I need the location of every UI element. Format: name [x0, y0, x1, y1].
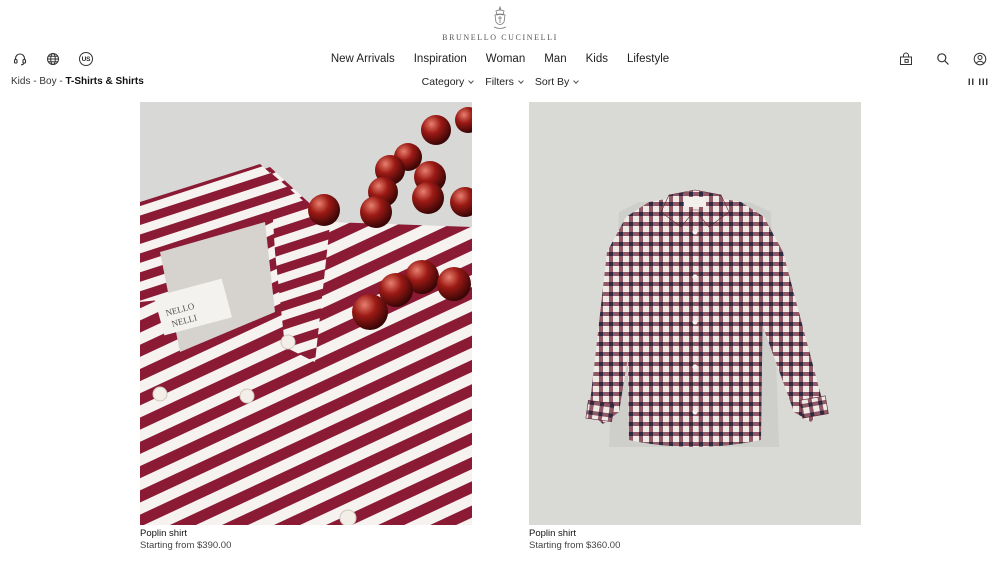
brand-logo[interactable]: BRUNELLO CUCINELLI — [0, 6, 1000, 42]
filters-dropdown[interactable]: Filters — [485, 76, 524, 88]
nav-item-woman[interactable]: Woman — [486, 53, 525, 65]
sort-label: Sort By — [534, 76, 570, 88]
product-image-checked-shirt[interactable] — [529, 102, 861, 525]
nav-item-lifestyle[interactable]: Lifestyle — [627, 53, 669, 65]
nav-item-new-arrivals[interactable]: New Arrivals — [331, 53, 395, 65]
crest-emblem-icon — [493, 6, 507, 29]
nav-item-man[interactable]: Man — [544, 53, 566, 65]
product-card[interactable]: NELLO NELLI Poplin shirt Starting from $… — [140, 102, 472, 551]
sort-dropdown[interactable]: Sort By — [534, 76, 580, 88]
shopping-bag-icon[interactable] — [898, 51, 914, 67]
filters-label: Filters — [485, 76, 514, 88]
main-nav: New Arrivals Inspiration Woman Man Kids … — [0, 53, 1000, 65]
product-image-striped-shirt[interactable]: NELLO NELLI — [140, 102, 472, 525]
product-card[interactable]: Poplin shirt Starting from $360.00 — [529, 102, 861, 551]
utility-right — [898, 51, 988, 67]
product-name[interactable]: Poplin shirt — [140, 528, 472, 539]
chevron-down-icon — [468, 77, 475, 84]
product-price: Starting from $390.00 — [140, 540, 232, 551]
search-icon[interactable] — [935, 51, 951, 67]
category-label: Category — [421, 76, 465, 88]
grid-view-toggle[interactable]: II III — [968, 77, 989, 87]
product-name[interactable]: Poplin shirt — [529, 528, 861, 539]
brand-wordmark: BRUNELLO CUCINELLI — [442, 33, 558, 42]
nav-item-inspiration[interactable]: Inspiration — [414, 53, 467, 65]
filter-bar: Category Filters Sort By — [0, 76, 1000, 88]
category-dropdown[interactable]: Category — [421, 76, 475, 88]
chevron-down-icon — [573, 77, 580, 84]
chevron-down-icon — [518, 77, 524, 84]
product-price: Starting from $360.00 — [529, 540, 621, 551]
account-icon[interactable] — [972, 51, 988, 67]
nav-item-kids[interactable]: Kids — [586, 53, 608, 65]
